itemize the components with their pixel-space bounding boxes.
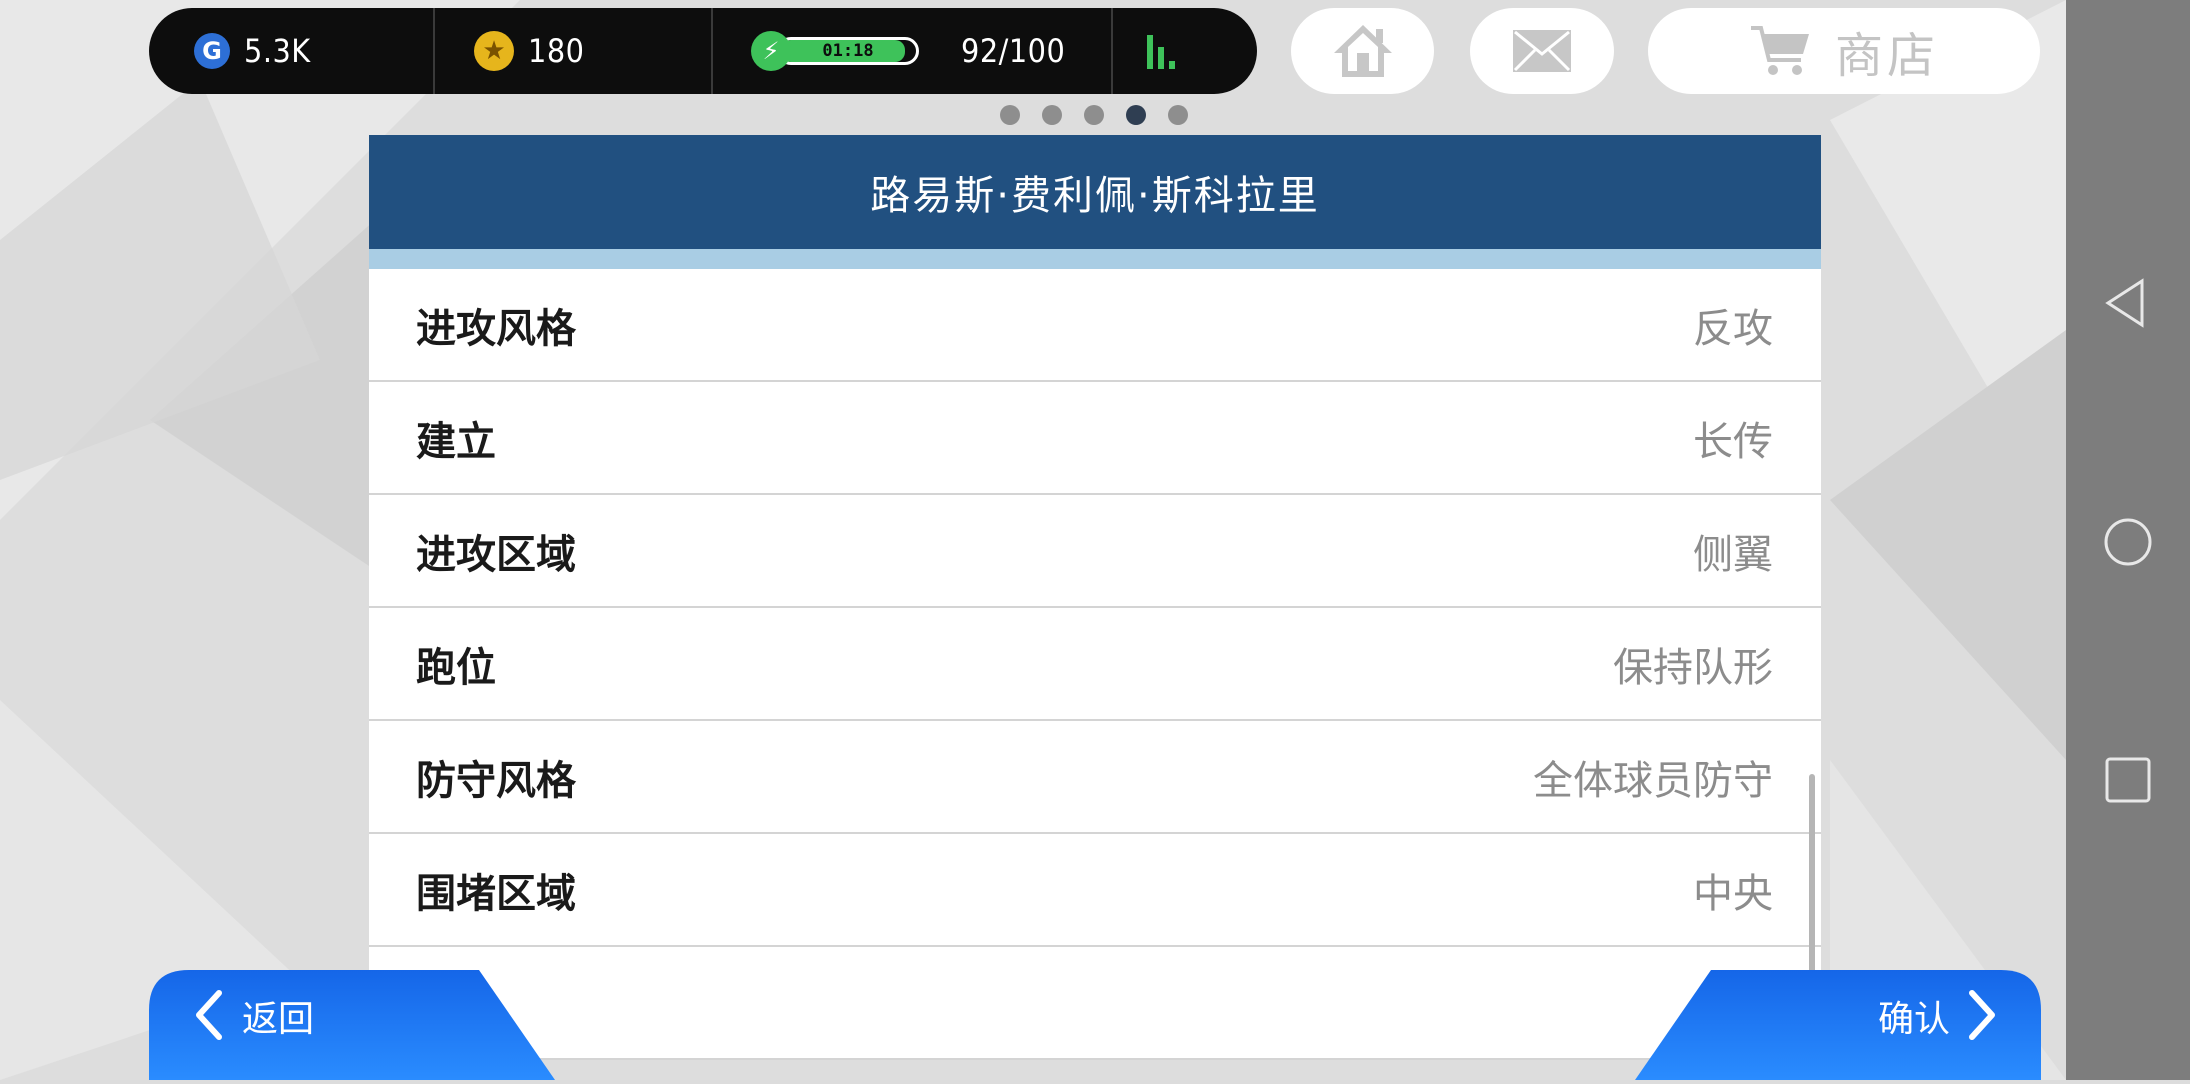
lightning-bolt-icon: ⚡ — [751, 31, 791, 71]
home-nav-icon[interactable] — [2098, 512, 2158, 572]
energy-progress-bar: 01:18 — [777, 37, 919, 65]
row-label: 进攻区域 — [416, 531, 576, 578]
confirm-label: 确认 — [1878, 999, 1951, 1040]
gp-counter[interactable]: G 5.3K — [149, 8, 435, 94]
gp-coin-icon: G — [194, 33, 230, 69]
resource-status-bar: G 5.3K ★ 180 ⚡ 01:18 92/100 — [149, 8, 1257, 94]
shop-label: 商店 — [1834, 28, 1939, 84]
list-item: 进攻区域 侧翼 — [369, 495, 1821, 608]
list-item: 跑位 保持队形 — [369, 608, 1821, 721]
back-button[interactable]: 返回 — [149, 970, 555, 1084]
chevron-right-icon — [1969, 990, 1995, 1040]
list-item: 进攻风格 反攻 — [369, 269, 1821, 382]
coins-counter[interactable]: ★ 180 — [435, 8, 713, 94]
row-label: 跑位 — [416, 644, 496, 691]
manager-tactics-panel: 路易斯·费利佩·斯科拉里 进攻风格 反攻 建立 长传 进攻区域 侧翼 跑位 保持… — [369, 135, 1821, 1060]
energy-counter[interactable]: ⚡ 01:18 92/100 — [713, 8, 1113, 94]
list-item: 防守风格 全体球员防守 — [369, 721, 1821, 834]
row-value: 保持队形 — [1613, 644, 1773, 691]
shop-button[interactable]: 商店 — [1648, 8, 2040, 94]
row-label: 防守风格 — [416, 757, 576, 804]
list-item: 积 — [369, 947, 1821, 1060]
chevron-left-icon — [196, 990, 222, 1040]
row-value: 侧翼 — [1693, 531, 1773, 578]
page-dot[interactable] — [1084, 105, 1104, 125]
page-indicator — [1000, 105, 1188, 125]
back-nav-icon[interactable] — [2098, 273, 2158, 333]
list-item: 建立 长传 — [369, 382, 1821, 495]
page-dot-active[interactable] — [1126, 105, 1146, 125]
row-value: 中央 — [1693, 870, 1773, 917]
header-accent-strip — [369, 249, 1821, 269]
home-icon — [1333, 25, 1392, 77]
gp-value: 5.3K — [244, 32, 311, 70]
row-label: 进攻风格 — [416, 305, 576, 352]
page-dot[interactable] — [1000, 105, 1020, 125]
list-item: 围堵区域 中央 — [369, 834, 1821, 947]
row-label: 建立 — [416, 418, 496, 465]
envelope-icon — [1513, 30, 1571, 72]
page-dot[interactable] — [1168, 105, 1188, 125]
tactics-list[interactable]: 进攻风格 反攻 建立 长传 进攻区域 侧翼 跑位 保持队形 防守风格 全体球员防… — [369, 269, 1821, 1060]
signal-stats-icon[interactable] — [1147, 33, 1175, 69]
back-label: 返回 — [242, 999, 315, 1040]
recents-nav-icon[interactable] — [2098, 750, 2158, 810]
energy-value: 92/100 — [961, 32, 1066, 70]
row-value: 全体球员防守 — [1533, 757, 1773, 804]
energy-timer: 01:18 — [822, 41, 874, 61]
panel-title: 路易斯·费利佩·斯科拉里 — [369, 135, 1821, 249]
system-navigation-bar — [2066, 0, 2190, 1080]
home-button[interactable] — [1291, 8, 1434, 94]
shopping-cart-icon — [1750, 26, 1809, 75]
star-coin-icon: ★ — [474, 31, 514, 71]
mail-button[interactable] — [1470, 8, 1614, 94]
page-dot[interactable] — [1042, 105, 1062, 125]
row-value: 反攻 — [1693, 305, 1773, 352]
row-label: 围堵区域 — [416, 870, 576, 917]
row-value: 长传 — [1693, 418, 1773, 465]
coins-value: 180 — [528, 32, 585, 70]
confirm-button[interactable]: 确认 — [1635, 970, 2041, 1084]
